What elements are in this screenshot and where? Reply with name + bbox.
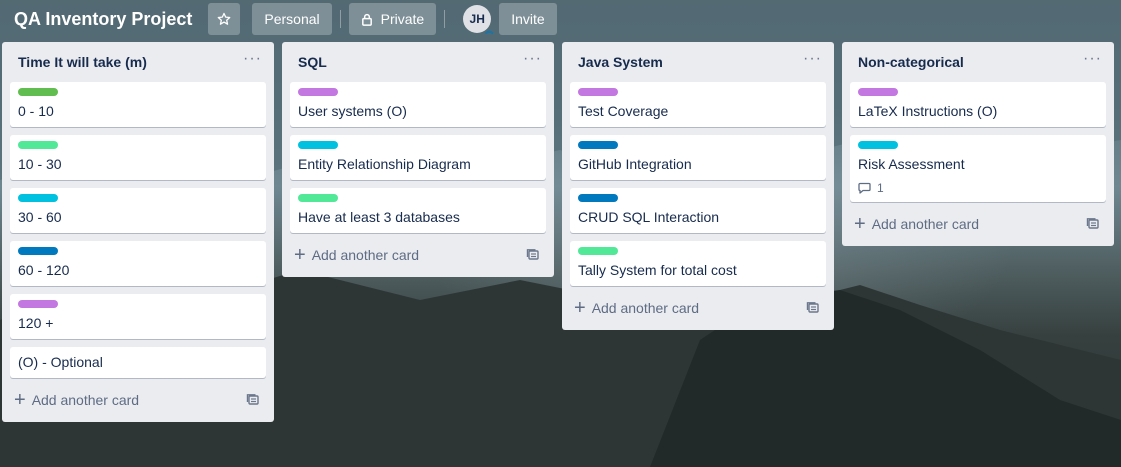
- lock-icon: [361, 13, 372, 26]
- team-visibility-button[interactable]: Personal: [252, 3, 332, 35]
- card-label[interactable]: [18, 194, 58, 202]
- add-card-label: Add another card: [871, 216, 980, 232]
- card[interactable]: User systems (O): [290, 82, 546, 127]
- card-title: 120 +: [18, 315, 54, 331]
- card-title: 10 - 30: [18, 156, 62, 172]
- list-menu-icon[interactable]: ···: [243, 51, 262, 70]
- card[interactable]: 0 - 10: [10, 82, 266, 127]
- card-title: 0 - 10: [18, 103, 54, 119]
- card[interactable]: CRUD SQL Interaction: [570, 188, 826, 233]
- card-title: Risk Assessment: [858, 156, 965, 172]
- card-label[interactable]: [578, 247, 618, 255]
- card[interactable]: 60 - 120: [10, 241, 266, 286]
- add-card-button[interactable]: + Add another card: [294, 244, 420, 266]
- card-label[interactable]: [578, 194, 618, 202]
- list-time-it-will-take: Time It will take (m) ··· 0 - 10 10 - 30…: [2, 42, 274, 422]
- plus-icon: +: [574, 297, 586, 319]
- admin-chevron-icon: ︽: [485, 26, 494, 35]
- list-title[interactable]: Time It will take (m): [18, 54, 147, 70]
- add-card-button[interactable]: + Add another card: [574, 297, 700, 319]
- card[interactable]: Entity Relationship Diagram: [290, 135, 546, 180]
- board-header: QA Inventory Project Personal Private JH…: [0, 0, 1121, 38]
- privacy-label: Private: [380, 11, 425, 27]
- card-label[interactable]: [298, 194, 338, 202]
- plus-icon: +: [294, 244, 306, 266]
- card[interactable]: LaTeX Instructions (O): [850, 82, 1106, 127]
- card-label[interactable]: [18, 88, 58, 96]
- list-title[interactable]: SQL: [298, 54, 327, 70]
- list-non-categorical: Non-categorical ··· LaTeX Instructions (…: [842, 42, 1114, 246]
- avatar-initials: JH: [469, 12, 485, 26]
- comment-badge: 1: [858, 181, 1098, 195]
- list-java-system: Java System ··· Test Coverage GitHub Int…: [562, 42, 834, 330]
- card-title: 60 - 120: [18, 262, 70, 278]
- add-card-row: + Add another card: [850, 210, 1106, 238]
- comment-count: 1: [877, 181, 884, 195]
- card-title: Have at least 3 databases: [298, 209, 460, 225]
- add-card-button[interactable]: + Add another card: [14, 389, 140, 411]
- card[interactable]: 120 +: [10, 294, 266, 339]
- card-label[interactable]: [298, 88, 338, 96]
- card[interactable]: Tally System for total cost: [570, 241, 826, 286]
- card-label[interactable]: [18, 300, 58, 308]
- list-sql: SQL ··· User systems (O) Entity Relation…: [282, 42, 554, 277]
- template-icon[interactable]: [1086, 217, 1100, 231]
- card-label[interactable]: [18, 141, 58, 149]
- list-menu-icon[interactable]: ···: [523, 51, 542, 70]
- card-label[interactable]: [18, 247, 58, 255]
- star-button[interactable]: [208, 3, 241, 35]
- card[interactable]: Have at least 3 databases: [290, 188, 546, 233]
- list-menu-icon[interactable]: ···: [1083, 51, 1102, 70]
- card-title: LaTeX Instructions (O): [858, 103, 998, 119]
- card-title: Tally System for total cost: [578, 262, 737, 278]
- template-icon[interactable]: [246, 393, 260, 407]
- card-title: User systems (O): [298, 103, 407, 119]
- plus-icon: +: [854, 213, 866, 235]
- add-card-button[interactable]: + Add another card: [854, 213, 980, 235]
- star-icon: [218, 12, 231, 25]
- plus-icon: +: [14, 389, 26, 411]
- card-title: GitHub Integration: [578, 156, 692, 172]
- add-card-label: Add another card: [311, 247, 420, 263]
- template-icon[interactable]: [806, 301, 820, 315]
- card[interactable]: 10 - 30: [10, 135, 266, 180]
- header-divider: [339, 10, 341, 28]
- card[interactable]: Risk Assessment 1: [850, 135, 1106, 202]
- card-label[interactable]: [578, 88, 618, 96]
- privacy-button[interactable]: Private: [348, 3, 437, 35]
- card-title: 30 - 60: [18, 209, 62, 225]
- card-title: CRUD SQL Interaction: [578, 209, 720, 225]
- card-label[interactable]: [298, 141, 338, 149]
- card-label[interactable]: [858, 141, 898, 149]
- comment-icon: [858, 182, 871, 194]
- list-menu-icon[interactable]: ···: [803, 51, 822, 70]
- card[interactable]: Test Coverage: [570, 82, 826, 127]
- board-title[interactable]: QA Inventory Project: [14, 9, 192, 30]
- add-card-row: + Add another card: [10, 386, 266, 414]
- template-icon[interactable]: [526, 248, 540, 262]
- card-title: Test Coverage: [578, 103, 669, 119]
- member-avatar[interactable]: JH ︽: [463, 5, 494, 35]
- list-title[interactable]: Java System: [578, 54, 663, 70]
- card[interactable]: 30 - 60: [10, 188, 266, 233]
- add-card-row: + Add another card: [290, 241, 546, 269]
- card-label[interactable]: [578, 141, 618, 149]
- card-title: (O) - Optional: [18, 354, 103, 370]
- add-card-label: Add another card: [31, 392, 140, 408]
- card[interactable]: GitHub Integration: [570, 135, 826, 180]
- card[interactable]: (O) - Optional: [10, 347, 266, 378]
- add-card-row: + Add another card: [570, 294, 826, 322]
- list-title[interactable]: Non-categorical: [858, 54, 964, 70]
- card-title: Entity Relationship Diagram: [298, 156, 471, 172]
- add-card-label: Add another card: [591, 300, 700, 316]
- card-label[interactable]: [858, 88, 898, 96]
- invite-button[interactable]: Invite: [499, 3, 557, 35]
- header-divider: [444, 10, 446, 28]
